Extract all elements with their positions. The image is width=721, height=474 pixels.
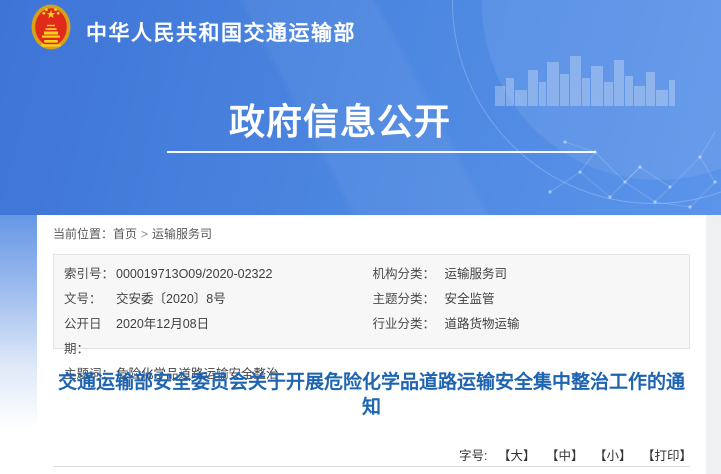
meta-label: 文号：: [54, 287, 116, 312]
meta-row-publish-date: 公开日期： 2020年12月08日: [54, 312, 372, 362]
page-title: 政府信息公开: [150, 93, 530, 145]
meta-row-org-category: 机构分类： 运输服务司: [372, 262, 690, 287]
meta-row-index-number: 索引号： 000019713O09/2020-02322: [54, 262, 372, 287]
page: 中华人民共和国交通运输部 政府信息公开 当前位置：首页 > 运输服务司 索引号： 0…: [0, 0, 721, 474]
font-size-label: 字号:: [459, 449, 487, 463]
font-size-large-button[interactable]: 【大】: [498, 449, 536, 463]
footer-divider: [53, 466, 690, 467]
national-emblem-icon: [31, 4, 71, 52]
meta-label: 主题分类：: [372, 287, 445, 312]
meta-row-doc-number: 文号： 交安委〔2020〕8号: [54, 287, 372, 312]
breadcrumb-separator: >: [141, 227, 148, 241]
document-title: 交通运输部安全委员会关于开展危险化学品道路运输安全集中整治工作的通知: [53, 370, 690, 420]
right-background-strip: [706, 215, 721, 474]
meta-value: 道路货物运输: [445, 312, 690, 337]
meta-column-right: 机构分类： 运输服务司 主题分类： 安全监管 行业分类： 道路货物运输: [372, 262, 690, 348]
meta-value: 运输服务司: [445, 262, 690, 287]
font-size-small-button[interactable]: 【小】: [594, 449, 632, 463]
meta-value: 交安委〔2020〕8号: [116, 287, 372, 312]
title-underline: [167, 151, 596, 153]
breadcrumb-home-link[interactable]: 首页: [113, 227, 137, 241]
meta-value: 安全监管: [445, 287, 690, 312]
meta-value: 2020年12月08日: [116, 312, 372, 362]
breadcrumb-section-link[interactable]: 运输服务司: [152, 227, 212, 241]
meta-column-left: 索引号： 000019713O09/2020-02322 文号： 交安委〔202…: [54, 262, 372, 348]
print-button[interactable]: 【打印】: [642, 449, 692, 463]
header-banner: 中华人民共和国交通运输部 政府信息公开: [0, 0, 721, 215]
breadcrumb: 当前位置：首页 > 运输服务司: [37, 215, 706, 242]
left-gradient-strip: [0, 215, 37, 430]
meta-label: 行业分类：: [372, 312, 445, 337]
document-meta-table: 索引号： 000019713O09/2020-02322 文号： 交安委〔202…: [53, 254, 690, 349]
meta-label: 索引号：: [54, 262, 116, 287]
network-dots-icon: [540, 112, 721, 214]
content-panel: 当前位置：首页 > 运输服务司 索引号： 000019713O09/2020-023…: [37, 215, 706, 474]
meta-label: 公开日期：: [54, 312, 116, 362]
site-name[interactable]: 中华人民共和国交通运输部: [86, 17, 356, 47]
meta-label: 机构分类：: [372, 262, 445, 287]
meta-row-industry-category: 行业分类： 道路货物运输: [372, 312, 690, 337]
font-size-medium-button[interactable]: 【中】: [546, 449, 584, 463]
meta-row-topic-category: 主题分类： 安全监管: [372, 287, 690, 312]
breadcrumb-label: 当前位置：: [53, 227, 113, 241]
meta-value: 000019713O09/2020-02322: [116, 262, 372, 287]
font-size-controls: 字号: 【大】 【中】 【小】 【打印】: [459, 445, 692, 464]
